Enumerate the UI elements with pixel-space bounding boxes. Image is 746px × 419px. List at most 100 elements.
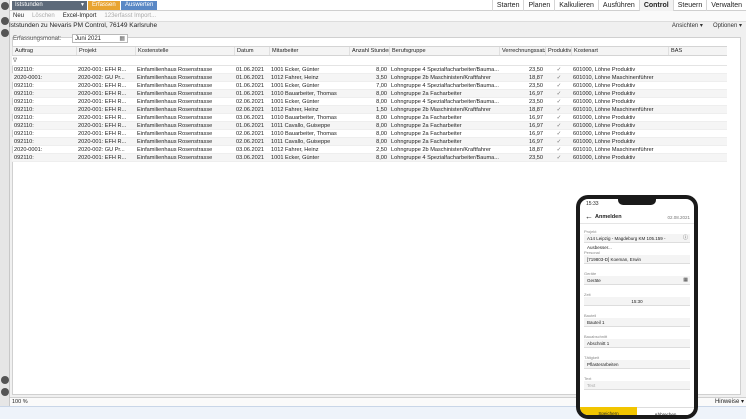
rail-nav-icon[interactable] bbox=[1, 29, 9, 37]
cell-produktiv[interactable]: ✓ bbox=[545, 154, 571, 161]
phone-notch bbox=[618, 199, 656, 205]
field-input-bauteil[interactable]: Bauteil 1 bbox=[584, 318, 690, 327]
cell-produktiv[interactable]: ✓ bbox=[545, 138, 571, 145]
cell-produktiv[interactable]: ✓ bbox=[545, 98, 571, 105]
table-row[interactable]: 092110: 2020-001: EFH R... Einfamilienhaus… bbox=[12, 66, 727, 74]
field-input-zeit[interactable]: 15:30 bbox=[584, 297, 690, 306]
cell-produktiv[interactable]: ✓ bbox=[545, 146, 571, 153]
tab-planen[interactable]: Planen bbox=[523, 0, 554, 11]
column-header-verrechnungssatz[interactable]: Verrechnungssatz bbox=[499, 47, 545, 55]
tab-control[interactable]: Control bbox=[638, 0, 673, 11]
table-row[interactable]: 092110: 2020-001: EFH R... Einfamilienhaus… bbox=[12, 98, 727, 106]
table-row[interactable]: 2020-0001: 2020-002: GU Pr... Einfamilienh… bbox=[12, 74, 727, 82]
phone-date: 02.08.2021 bbox=[667, 215, 690, 220]
cell-produktiv[interactable]: ✓ bbox=[545, 122, 571, 129]
cell-verrechnungssatz: 16,97 bbox=[529, 131, 543, 137]
cell-projekt: 2020-001: EFH R... bbox=[78, 155, 127, 161]
column-header-datum[interactable]: Datum bbox=[234, 47, 269, 55]
cell-datum: 01.06.2021 bbox=[236, 123, 264, 129]
tab-starten[interactable]: Starten bbox=[491, 0, 524, 11]
field-value: 15:30 bbox=[631, 299, 643, 304]
cell-produktiv[interactable]: ✓ bbox=[545, 82, 571, 89]
module-select-value: Iststunden bbox=[15, 2, 43, 8]
column-header-kostenart[interactable]: Kostenart bbox=[571, 47, 668, 55]
auswerten-button[interactable]: Auswerten bbox=[121, 1, 158, 10]
cell-produktiv[interactable]: ✓ bbox=[545, 74, 571, 81]
column-header-auftrag[interactable]: Auftrag bbox=[12, 47, 76, 55]
rail-home-icon[interactable] bbox=[1, 17, 9, 25]
cell-bas bbox=[668, 114, 727, 121]
cell-auftrag: 2020-0001: bbox=[14, 75, 43, 81]
tab-ausfuehren[interactable]: Ausführen bbox=[597, 0, 639, 11]
field-input-geraete[interactable]: Geräte ▦ bbox=[584, 276, 690, 285]
cell-kostenstelle: Einfamilienhaus Rosenstrasse bbox=[137, 115, 213, 121]
cell-bas bbox=[668, 154, 727, 161]
column-header-produktiv[interactable]: Produktiv bbox=[545, 47, 571, 55]
column-header-mitarbeiter[interactable]: Mitarbeiter bbox=[269, 47, 349, 55]
delete-button[interactable]: Löschen bbox=[32, 13, 55, 19]
table-row[interactable]: 092110: 2020-001: EFH R... Einfamilienhaus… bbox=[12, 90, 727, 98]
table-row[interactable]: 092110: 2020-001: EFH R... Einfamilienhaus… bbox=[12, 106, 727, 114]
field-taetigkeit: Tätigkeit Pflasterarbeiten bbox=[584, 355, 690, 369]
rail-settings-icon[interactable] bbox=[1, 376, 9, 384]
table-row[interactable]: 092110: 2020-001: EFH R... Einfamilienhaus… bbox=[12, 114, 727, 122]
column-header-bas[interactable]: BAS bbox=[668, 47, 727, 55]
erfasst-import-button[interactable]: 123erfasst Import... bbox=[104, 13, 156, 19]
calendar-icon[interactable]: ▦ bbox=[119, 35, 125, 43]
excel-import-button[interactable]: Excel-Import bbox=[63, 13, 97, 19]
rail-close-icon[interactable] bbox=[1, 2, 9, 10]
module-select[interactable]: Iststunden ▼ bbox=[12, 1, 87, 10]
rail-help-icon[interactable] bbox=[1, 388, 9, 396]
tab-verwalten[interactable]: Verwalten bbox=[706, 0, 746, 11]
tab-steuern[interactable]: Steuern bbox=[672, 0, 707, 11]
cell-verrechnungssatz: 23,50 bbox=[529, 67, 543, 73]
cell-verrechnungssatz: 18,87 bbox=[529, 147, 543, 153]
column-header-berufsgruppe[interactable]: Berufsgruppe bbox=[389, 47, 499, 55]
views-menu[interactable]: Ansichten ▾ bbox=[672, 22, 703, 29]
cell-produktiv[interactable]: ✓ bbox=[545, 90, 571, 97]
cancel-button[interactable]: Abbrechen bbox=[637, 407, 694, 415]
field-bauteil: Bauteil Bauteil 1 bbox=[584, 313, 690, 327]
cell-bas bbox=[668, 146, 727, 153]
filter-icon[interactable]: ∇ bbox=[13, 57, 17, 64]
cell-kostenart: 601000, Löhne Produktiv bbox=[573, 99, 636, 105]
cell-auftrag: 092110: bbox=[14, 155, 34, 161]
table-row[interactable]: 092110: 2020-001: EFH R... Einfamilienhaus… bbox=[12, 154, 727, 162]
field-input-bauabschnitt[interactable]: Abschnitt 1 bbox=[584, 339, 690, 348]
new-button[interactable]: Neu bbox=[13, 13, 24, 19]
save-button[interactable]: Speichern bbox=[580, 407, 637, 415]
chevron-down-icon: ▼ bbox=[80, 2, 85, 8]
table-row[interactable]: 092110: 2020-001: EFH R... Einfamilienhaus… bbox=[12, 122, 727, 130]
field-input-projekt[interactable]: A14 Leipzig - Magdeburg KM 105.159 - Aus… bbox=[584, 234, 690, 250]
table-row[interactable]: 092110: 2020-001: EFH R... Einfamilienhaus… bbox=[12, 82, 727, 90]
options-menu[interactable]: Optionen ▾ bbox=[713, 22, 742, 29]
cell-verrechnungssatz: 16,97 bbox=[529, 91, 543, 97]
erfassen-button[interactable]: Erfassen bbox=[88, 1, 120, 10]
cell-produktiv[interactable]: ✓ bbox=[545, 66, 571, 73]
cell-projekt: 2020-001: EFH R... bbox=[78, 83, 127, 89]
info-icon[interactable]: ⓘ bbox=[683, 234, 688, 243]
field-input-taetigkeit[interactable]: Pflasterarbeiten bbox=[584, 360, 690, 369]
column-header-projekt[interactable]: Projekt bbox=[76, 47, 135, 55]
period-input[interactable]: Juni 2021 ▦ bbox=[72, 34, 128, 43]
column-header-stunden[interactable]: Anzahl Stunden bbox=[349, 47, 389, 55]
table-row[interactable]: 2020-0001: 2020-002: GU Pr... Einfamilienh… bbox=[12, 146, 727, 154]
timesheet-grid: Auftrag Projekt Kostenstelle Datum Mitarbeit… bbox=[12, 46, 727, 162]
back-arrow-icon[interactable]: ← bbox=[585, 212, 593, 221]
cell-produktiv[interactable]: ✓ bbox=[545, 114, 571, 121]
cell-produktiv[interactable]: ✓ bbox=[545, 130, 571, 137]
tab-kalkulieren[interactable]: Kalkulieren bbox=[554, 0, 598, 11]
cell-auftrag: 092110: bbox=[14, 115, 34, 121]
cell-bas bbox=[668, 90, 727, 97]
qr-code-icon[interactable]: ▦ bbox=[683, 276, 688, 285]
field-input-text[interactable]: Text bbox=[584, 381, 690, 390]
cell-stunden: 8,00 bbox=[376, 91, 387, 97]
cell-verrechnungssatz: 16,97 bbox=[529, 115, 543, 121]
table-row[interactable]: 092110: 2020-001: EFH R... Einfamilienhaus… bbox=[12, 130, 727, 138]
cell-produktiv[interactable]: ✓ bbox=[545, 106, 571, 113]
table-row[interactable]: 092110: 2020-001: EFH R... Einfamilienhaus… bbox=[12, 138, 727, 146]
filter-row[interactable]: ∇ bbox=[12, 56, 727, 66]
cell-datum: 03.06.2021 bbox=[236, 155, 264, 161]
column-header-kostenstelle[interactable]: Kostenstelle bbox=[135, 47, 234, 55]
field-input-personal[interactable]: [719803-D] Koeman, Erwin bbox=[584, 255, 690, 264]
